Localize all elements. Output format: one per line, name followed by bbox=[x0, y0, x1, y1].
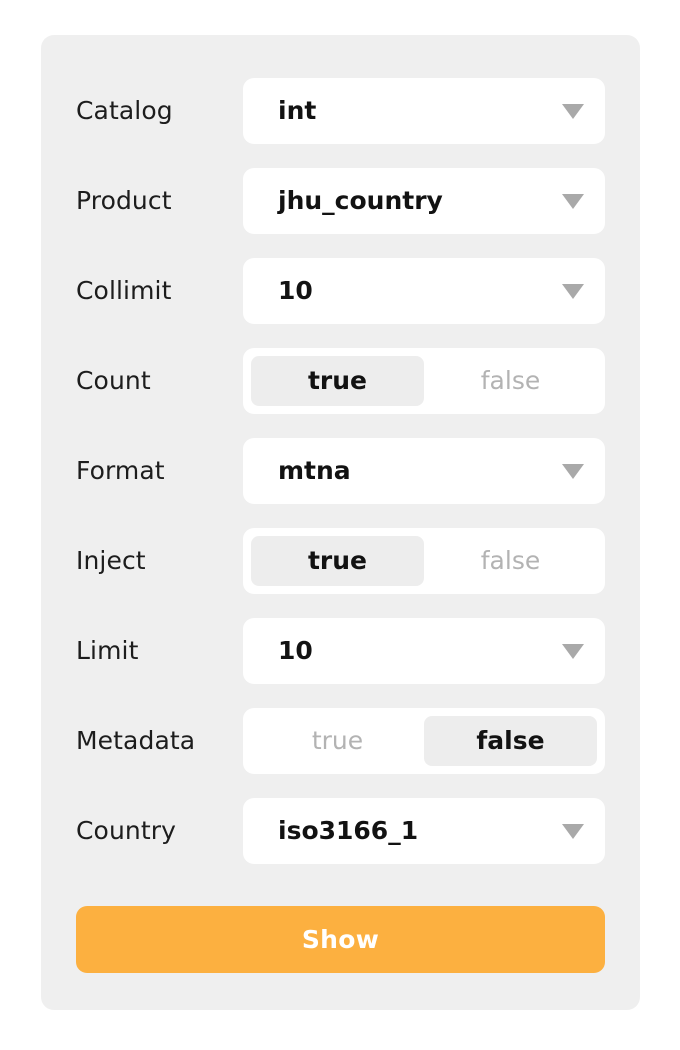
select-collimit[interactable]: 10 bbox=[243, 258, 605, 324]
field-label-catalog: Catalog bbox=[76, 96, 173, 125]
chevron-down-icon[interactable] bbox=[562, 104, 584, 119]
select-product[interactable]: jhu_country bbox=[243, 168, 605, 234]
select-limit[interactable]: 10 bbox=[243, 618, 605, 684]
field-label-limit: Limit bbox=[76, 636, 139, 665]
field-label-product: Product bbox=[76, 186, 172, 215]
field-label-country: Country bbox=[76, 816, 177, 845]
form-row-collimit: Collimit 10 bbox=[41, 258, 640, 324]
form-row-limit: Limit 10 bbox=[41, 618, 640, 684]
field-label-count: Count bbox=[76, 366, 151, 395]
field-label-inject: Inject bbox=[76, 546, 146, 575]
select-value-format: mtna bbox=[278, 456, 351, 485]
chevron-down-icon[interactable] bbox=[562, 284, 584, 299]
query-form-panel: Catalog int Product jhu_country Collimit 10 Co… bbox=[41, 35, 640, 1010]
form-row-catalog: Catalog int bbox=[41, 78, 640, 144]
segment-inject-false[interactable]: false bbox=[424, 536, 597, 586]
select-value-product: jhu_country bbox=[278, 186, 443, 215]
select-catalog[interactable]: int bbox=[243, 78, 605, 144]
field-label-collimit: Collimit bbox=[76, 276, 172, 305]
segment-count-false[interactable]: false bbox=[424, 356, 597, 406]
field-label-format: Format bbox=[76, 456, 165, 485]
select-country[interactable]: iso3166_1 bbox=[243, 798, 605, 864]
chevron-down-icon[interactable] bbox=[562, 644, 584, 659]
select-value-limit: 10 bbox=[278, 636, 313, 665]
select-format[interactable]: mtna bbox=[243, 438, 605, 504]
select-value-catalog: int bbox=[278, 96, 317, 125]
chevron-down-icon[interactable] bbox=[562, 824, 584, 839]
form-row-country: Country iso3166_1 bbox=[41, 798, 640, 864]
chevron-down-icon[interactable] bbox=[562, 464, 584, 479]
form-row-format: Format mtna bbox=[41, 438, 640, 504]
segment-count-true[interactable]: true bbox=[251, 356, 424, 406]
form-row-count: Count true false bbox=[41, 348, 640, 414]
form-row-inject: Inject true false bbox=[41, 528, 640, 594]
segmented-metadata[interactable]: true false bbox=[243, 708, 605, 774]
field-label-metadata: Metadata bbox=[76, 726, 196, 755]
segment-metadata-false[interactable]: false bbox=[424, 716, 597, 766]
segmented-inject[interactable]: true false bbox=[243, 528, 605, 594]
show-button[interactable]: Show bbox=[76, 906, 605, 973]
select-value-country: iso3166_1 bbox=[278, 816, 419, 845]
segmented-count[interactable]: true false bbox=[243, 348, 605, 414]
form-row-product: Product jhu_country bbox=[41, 168, 640, 234]
segment-metadata-true[interactable]: true bbox=[251, 716, 424, 766]
select-value-collimit: 10 bbox=[278, 276, 313, 305]
segment-inject-true[interactable]: true bbox=[251, 536, 424, 586]
form-row-metadata: Metadata true false bbox=[41, 708, 640, 774]
chevron-down-icon[interactable] bbox=[562, 194, 584, 209]
